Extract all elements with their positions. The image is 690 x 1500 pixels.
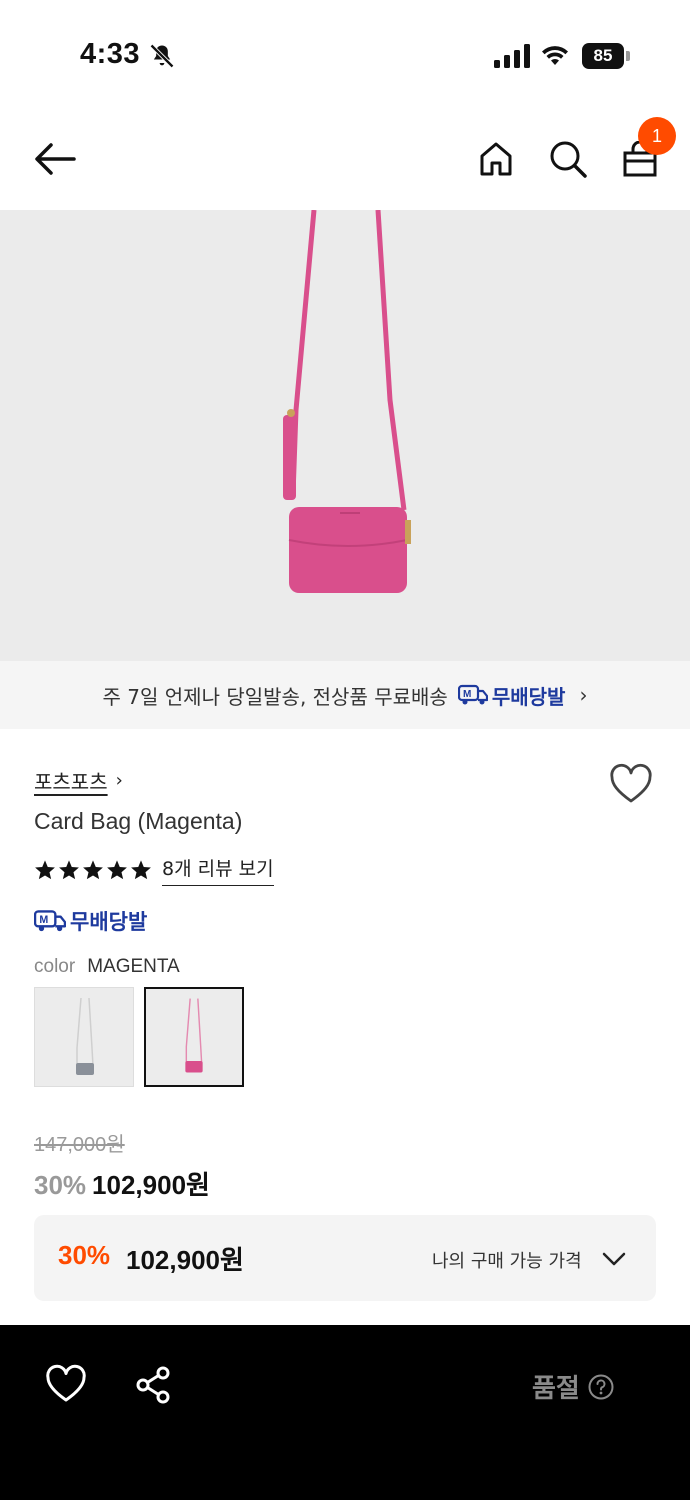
battery-level: 85 [582,43,624,69]
battery-icon: 85 [582,43,630,69]
swatch-gray[interactable] [34,987,134,1087]
promo-badge-text: 무배당발 [491,684,566,709]
status-time: 4:33 [80,38,141,70]
my-price-dropdown[interactable]: 30% 102,900원 나의 구매 가능 가격 [34,1215,656,1301]
my-discount-percent: 30% [58,1240,111,1270]
product-name: Card Bag (Magenta) [34,808,243,834]
magenta-bag-thumbnail [185,998,203,1073]
chevron-right-icon: › [579,683,588,707]
mubaedangbal-badge: M 무배당발 [457,681,566,710]
back-button[interactable] [32,136,78,182]
heart-icon [46,1364,86,1402]
color-value: MAGENTA [87,956,180,977]
brand-name: 포츠포츠 [34,770,108,794]
star-icon [107,860,127,880]
delivery-truck-icon: M [34,910,66,932]
star-icon [131,860,151,880]
help-icon[interactable] [588,1374,614,1400]
battery-cap [626,51,630,61]
wishlist-button[interactable] [608,762,654,808]
home-button[interactable] [473,136,519,182]
back-arrow-icon [35,143,76,175]
my-price-label: 나의 구매 가능 가격 [432,1251,582,1272]
my-price: 102,900원 [126,1245,244,1275]
star-icon [83,860,103,880]
swatch-magenta[interactable] [144,987,244,1087]
share-icon [136,1366,170,1404]
bottom-wishlist-button[interactable] [44,1363,88,1407]
delivery-badge-text: 무배당발 [70,910,148,934]
review-link[interactable]: 8개 리뷰 보기 [162,854,274,886]
chevron-right-icon: › [115,770,123,791]
price-block: 147,000원 30% 102,900원 [34,1128,210,1202]
discount-percent: 30% [34,1170,87,1200]
brand-link[interactable]: 포츠포츠 › [34,766,123,795]
delivery-promo-banner[interactable]: 주 7일 언제나 당일발송, 전상품 무료배송 M 무배당발 › [0,661,690,729]
chevron-down-icon [602,1252,626,1266]
gray-bag-thumbnail [76,997,94,1075]
sale-price-row: 30% 102,900원 [34,1165,210,1202]
delivery-badge: M 무배당발 [34,906,147,936]
heart-icon [610,763,652,803]
color-label: color [34,956,76,977]
svg-text:M: M [463,689,471,700]
rating-stars [34,859,152,881]
search-icon [550,141,587,178]
signal-icon [494,44,530,68]
home-icon [480,142,512,176]
original-price: 147,000원 [34,1134,125,1156]
delivery-truck-icon: M [457,684,488,705]
star-icon [35,860,55,880]
color-swatches [34,987,244,1087]
sale-price: 102,900원 [92,1170,210,1200]
top-nav [0,110,690,210]
wifi-icon [542,46,568,65]
status-bar: 4:33 85 [0,0,690,110]
color-selector-label: color MAGENTA [34,956,180,978]
product-image[interactable] [0,210,690,661]
promo-text: 주 7일 언제나 당일발송, 전상품 무료배송 [102,684,448,709]
rating-row: 8개 리뷰 보기 [34,854,274,886]
cart-count-badge: 1 [638,117,676,155]
share-button[interactable] [132,1363,176,1407]
svg-text:M: M [39,914,48,926]
bottom-action-bar: 품절 [0,1325,690,1500]
bell-slash-icon [150,44,174,68]
star-icon [59,860,79,880]
sold-out-label: 품절 [532,1374,580,1404]
sold-out-button: 품절 [532,1368,614,1405]
product-bag-illustration [283,210,411,593]
search-button[interactable] [545,136,591,182]
